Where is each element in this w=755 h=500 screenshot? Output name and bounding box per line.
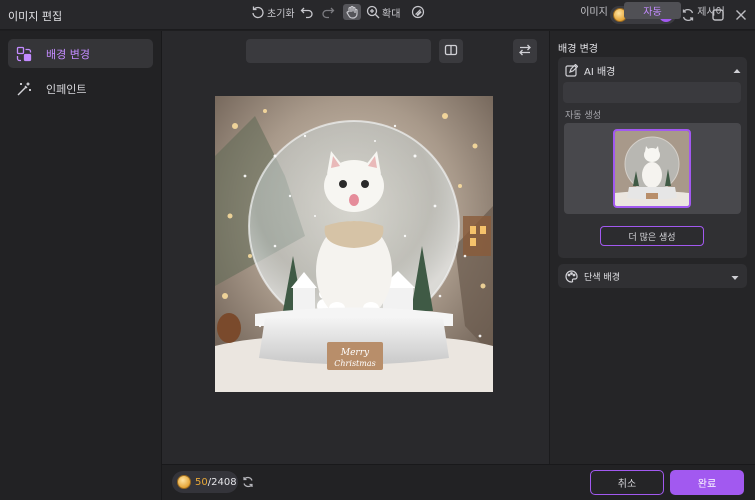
edited-image: Merry Christmas (215, 96, 493, 392)
chevron-down-icon (731, 272, 739, 280)
edit-icon (565, 63, 579, 77)
panel-title: 배경 변경 (558, 44, 598, 55)
tab-image[interactable]: 이미지 (566, 2, 622, 19)
canvas-toolbar (246, 39, 431, 63)
ai-background-label: AI 배경 (584, 66, 616, 78)
refresh-icon[interactable] (241, 475, 255, 489)
compare-icon (444, 43, 458, 60)
zoom-in-icon (366, 5, 380, 19)
reset-label: 초기화 (267, 8, 295, 20)
undo-button[interactable] (300, 4, 314, 20)
hand-icon (345, 5, 359, 19)
reset-icon (251, 5, 265, 19)
solid-background-label: 단색 배경 (584, 272, 620, 283)
sidebar-item-label: 인페인트 (46, 82, 87, 96)
sign-line-1: Merry (340, 348, 370, 358)
sidebar-item-background-change[interactable]: 배경 변경 (8, 39, 153, 68)
zoom-in-button[interactable]: 확대 (366, 4, 400, 20)
redo-button[interactable] (321, 4, 335, 20)
chevron-up-icon (733, 65, 741, 73)
usage-used: 50 (195, 476, 208, 488)
swap-button[interactable] (513, 39, 537, 63)
redo-icon (321, 5, 335, 19)
magic-wand-icon (16, 81, 32, 97)
zoom-label: 확대 (382, 8, 401, 20)
tab-auto[interactable]: 자동 (624, 2, 681, 19)
reset-button[interactable]: 초기화 (251, 4, 295, 20)
eraser-button[interactable] (411, 4, 425, 20)
usage-total: /2408 (207, 476, 237, 488)
compare-button[interactable] (439, 39, 463, 63)
sidebar-item-label: 배경 변경 (46, 47, 90, 61)
swap-icon (518, 43, 532, 60)
tab-prompt[interactable]: 제시어 (683, 2, 739, 19)
ai-background-tabs (563, 82, 741, 103)
ai-background-header[interactable]: AI 배경 (565, 62, 741, 78)
eraser-icon (411, 5, 425, 19)
sidebar-item-inpaint[interactable]: 인페인트 (8, 74, 153, 103)
palette-icon (565, 269, 578, 283)
background-change-icon (16, 46, 32, 62)
coin-icon (177, 475, 191, 489)
done-button[interactable]: 완료 (670, 470, 744, 495)
auto-generate-label: 자동 생성 (565, 111, 601, 121)
generate-more-button[interactable]: 더 많은 생성 (600, 226, 704, 246)
cancel-button[interactable]: 취소 (590, 470, 664, 495)
usage-badge: 50/2408 (172, 471, 238, 493)
hand-tool-button[interactable] (343, 4, 361, 20)
solid-background-section[interactable]: 단색 배경 (558, 264, 747, 288)
sign-line-2: Christmas (334, 359, 375, 368)
window-title: 이미지 편집 (8, 10, 63, 23)
undo-icon (300, 5, 314, 19)
generated-thumbnail[interactable] (613, 129, 691, 208)
